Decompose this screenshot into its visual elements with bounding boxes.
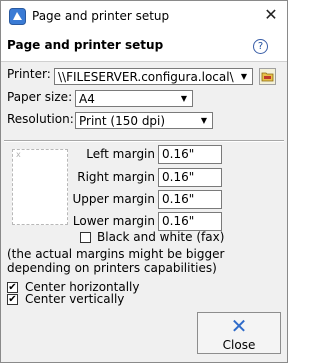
printer-value: \\FILESERVER.configura.local\ xyxy=(58,70,234,84)
window-title: Page and printer setup xyxy=(32,9,170,23)
browse-printer-button[interactable] xyxy=(259,68,276,85)
upper-margin-label: Upper margin xyxy=(72,192,155,206)
resolution-label: Resolution: xyxy=(7,112,74,126)
divider xyxy=(4,140,284,142)
left-margin-input[interactable]: 0.16" xyxy=(158,145,222,164)
lower-margin-input[interactable]: 0.16" xyxy=(158,212,222,231)
resolution-value: Print (150 dpi) xyxy=(79,114,166,128)
note-line-1: (the actual margins might be bigger xyxy=(7,247,225,261)
bw-fax-label: Black and white (fax) xyxy=(97,230,225,244)
center-horizontally-checkbox[interactable]: ✔ xyxy=(7,282,18,293)
upper-margin-input[interactable]: 0.16" xyxy=(158,190,222,209)
left-margin-label: Left margin xyxy=(86,147,155,161)
chevron-down-icon: ▼ xyxy=(180,94,188,103)
right-margin-label: Right margin xyxy=(77,170,155,184)
app-icon xyxy=(9,8,26,25)
printer-label: Printer: xyxy=(7,67,51,81)
paper-size-value: A4 xyxy=(79,92,95,106)
center-vertically-checkbox[interactable]: ✔ xyxy=(7,294,18,305)
paper-size-select[interactable]: A4 ▼ xyxy=(75,90,193,107)
lower-margin-label: Lower margin xyxy=(72,214,155,228)
right-margin-input[interactable]: 0.16" xyxy=(158,168,222,187)
note-line-2: depending on printers capabilities) xyxy=(7,261,217,275)
close-button-label: Close xyxy=(222,338,256,352)
close-icon: ✕ xyxy=(230,314,248,338)
title-bar: Page and printer setup ✕ xyxy=(1,1,287,31)
bw-fax-checkbox[interactable] xyxy=(80,232,91,243)
dialog-header: Page and printer setup ? xyxy=(1,31,287,62)
chevron-down-icon: ▼ xyxy=(200,116,208,125)
printer-select[interactable]: \\FILESERVER.configura.local\ ▼ xyxy=(54,68,253,85)
margins-note: (the actual margins might be bigger depe… xyxy=(7,247,224,275)
paper-size-label: Paper size: xyxy=(7,90,73,104)
header-title: Page and printer setup xyxy=(7,38,164,52)
resolution-select[interactable]: Print (150 dpi) ▼ xyxy=(75,112,213,129)
help-icon[interactable]: ? xyxy=(253,39,268,54)
center-vertically-label: Center vertically xyxy=(25,292,125,306)
window-close-icon[interactable]: ✕ xyxy=(263,6,279,24)
folder-icon xyxy=(261,72,274,82)
dialog-window: Page and printer setup ✕ Page and printe… xyxy=(0,0,288,363)
chevron-down-icon: ▼ xyxy=(240,72,248,81)
close-button[interactable]: ✕ Close xyxy=(197,312,281,354)
